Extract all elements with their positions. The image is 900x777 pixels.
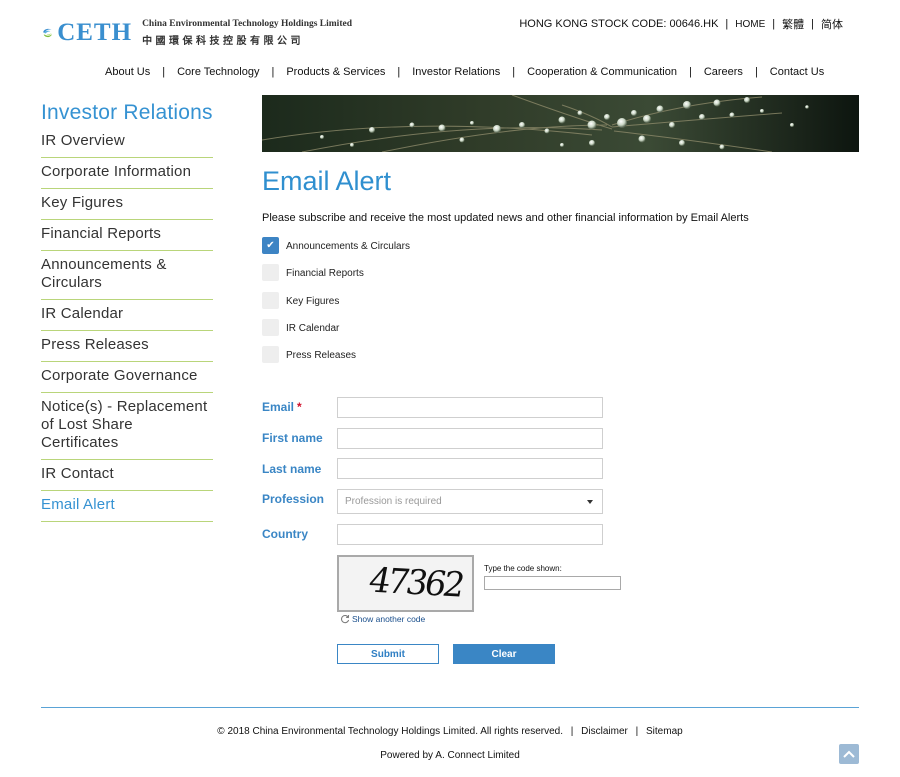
copyright-text: © 2018 China Environmental Technology Ho…	[217, 726, 563, 737]
refresh-icon	[341, 614, 350, 624]
sidebar-item-corporate-governance[interactable]: Corporate Governance	[41, 362, 213, 393]
required-mark: *	[297, 400, 302, 414]
refresh-label: Show another code	[352, 614, 426, 624]
separator: |	[635, 726, 639, 737]
nav-separator: |	[397, 66, 401, 78]
sidebar-item-key-figures[interactable]: Key Figures	[41, 189, 213, 220]
nav-products-services[interactable]: Products & Services	[286, 66, 385, 78]
nav-careers[interactable]: Careers	[704, 66, 743, 78]
sidebar-item-ir-contact[interactable]: IR Contact	[41, 460, 213, 491]
company-name-en: China Environmental Technology Holdings …	[142, 19, 352, 29]
last-name-label: Last name	[262, 462, 322, 476]
chevron-down-icon	[587, 499, 593, 504]
nav-separator: |	[271, 66, 275, 78]
checkbox-label: Announcements & Circulars	[286, 241, 410, 252]
separator: |	[772, 18, 776, 30]
sidebar-item-ir-calendar[interactable]: IR Calendar	[41, 300, 213, 331]
nav-about-us[interactable]: About Us	[105, 66, 150, 78]
dewdrops-banner-graphic	[262, 95, 859, 152]
back-to-top-button[interactable]	[839, 744, 859, 764]
country-label: Country	[262, 527, 308, 541]
email-label: Email *	[262, 400, 302, 414]
captcha-prompt: Type the code shown:	[484, 564, 562, 573]
sidebar-title: Investor Relations	[41, 101, 213, 124]
sitemap-link[interactable]: Sitemap	[646, 726, 683, 737]
sidebar-menu: IR Overview Corporate Information Key Fi…	[41, 132, 213, 522]
nav-separator: |	[688, 66, 692, 78]
checkbox[interactable]: ✔	[262, 237, 279, 254]
subscription-options: ✔ Announcements & Circulars Financial Re…	[262, 237, 410, 373]
sidebar-item-corporate-information[interactable]: Corporate Information	[41, 158, 213, 189]
captcha-input[interactable]	[484, 576, 621, 590]
nav-cooperation-communication[interactable]: Cooperation & Communication	[527, 66, 677, 78]
sidebar-item-ir-overview[interactable]: IR Overview	[41, 132, 213, 158]
show-another-code-link[interactable]: Show another code	[340, 614, 425, 624]
main-navigation: About Us | Core Technology | Products & …	[105, 66, 824, 78]
checkbox[interactable]	[262, 318, 279, 336]
clear-button[interactable]: Clear	[453, 644, 555, 664]
subscribe-ir-calendar[interactable]: IR Calendar	[262, 318, 410, 336]
intro-text: Please subscribe and receive the most up…	[262, 212, 749, 224]
simplified-chinese-link[interactable]: 简体	[821, 16, 843, 32]
chevron-up-icon	[843, 750, 855, 758]
first-name-label: First name	[262, 431, 323, 445]
banner-image	[262, 95, 859, 152]
first-name-field[interactable]	[337, 428, 603, 449]
sidebar-item-lost-share-certificates[interactable]: Notice(s) - Replacement of Lost Share Ce…	[41, 393, 213, 460]
email-field[interactable]	[337, 397, 603, 418]
top-utility-bar: HONG KONG STOCK CODE: 00646.HK | HOME | …	[519, 16, 843, 32]
nav-core-technology[interactable]: Core Technology	[177, 66, 259, 78]
profession-placeholder: Profession is required	[345, 496, 442, 507]
company-logo[interactable]: CETH China Environmental Technology Hold…	[42, 12, 352, 54]
checkbox[interactable]	[262, 346, 279, 364]
check-icon: ✔	[266, 239, 275, 251]
sidebar-item-financial-reports[interactable]: Financial Reports	[41, 220, 213, 251]
checkbox-label: Financial Reports	[286, 268, 364, 280]
checkbox-label: Press Releases	[286, 350, 357, 362]
logo-company-names: China Environmental Technology Holdings …	[142, 19, 352, 47]
checkbox-label: Key Figures	[286, 295, 340, 307]
subscribe-announcements-circulars[interactable]: ✔ Announcements & Circulars	[262, 237, 410, 254]
checkbox-label: IR Calendar	[286, 322, 340, 334]
traditional-chinese-link[interactable]: 繁體	[782, 16, 804, 32]
separator: |	[811, 18, 814, 30]
subscribe-press-releases[interactable]: Press Releases	[262, 346, 410, 364]
nav-contact-us[interactable]: Contact Us	[770, 66, 824, 78]
page-title: Email Alert	[262, 166, 392, 196]
home-link[interactable]: HOME	[735, 19, 765, 30]
sidebar-item-email-alert[interactable]: Email Alert	[41, 491, 213, 522]
sidebar-item-press-releases[interactable]: Press Releases	[41, 331, 213, 362]
powered-by: Powered by A. Connect Limited	[380, 750, 520, 761]
footer-copyright-row: © 2018 China Environmental Technology Ho…	[0, 726, 900, 737]
stock-code: HONG KONG STOCK CODE: 00646.HK	[519, 18, 719, 30]
sidebar: Investor Relations IR Overview Corporate…	[41, 101, 213, 522]
last-name-field[interactable]	[337, 458, 603, 479]
captcha-code: 47362	[365, 560, 466, 606]
captcha-image: 47362	[337, 555, 474, 612]
ceth-logo-icon	[43, 28, 53, 38]
submit-button[interactable]: Submit	[337, 644, 439, 664]
disclaimer-link[interactable]: Disclaimer	[581, 726, 628, 737]
profession-select[interactable]: Profession is required	[337, 489, 603, 514]
nav-separator: |	[754, 66, 758, 78]
checkbox[interactable]	[262, 264, 279, 282]
checkbox[interactable]	[262, 291, 279, 309]
country-field[interactable]	[337, 524, 603, 545]
subscribe-financial-reports[interactable]: Financial Reports	[262, 264, 410, 282]
subscribe-key-figures[interactable]: Key Figures	[262, 291, 410, 309]
separator: |	[725, 18, 729, 30]
nav-investor-relations[interactable]: Investor Relations	[412, 66, 500, 78]
logo-wordmark: CETH	[57, 19, 133, 46]
separator: |	[570, 726, 574, 737]
profession-label: Profession	[262, 492, 325, 506]
company-name-cn: 中國環保科技控股有限公司	[142, 36, 305, 47]
footer-divider	[41, 707, 859, 708]
email-label-text: Email	[262, 400, 295, 414]
sidebar-item-announcements-circulars[interactable]: Announcements & Circulars	[41, 251, 213, 300]
nav-separator: |	[162, 66, 166, 78]
nav-separator: |	[512, 66, 516, 78]
